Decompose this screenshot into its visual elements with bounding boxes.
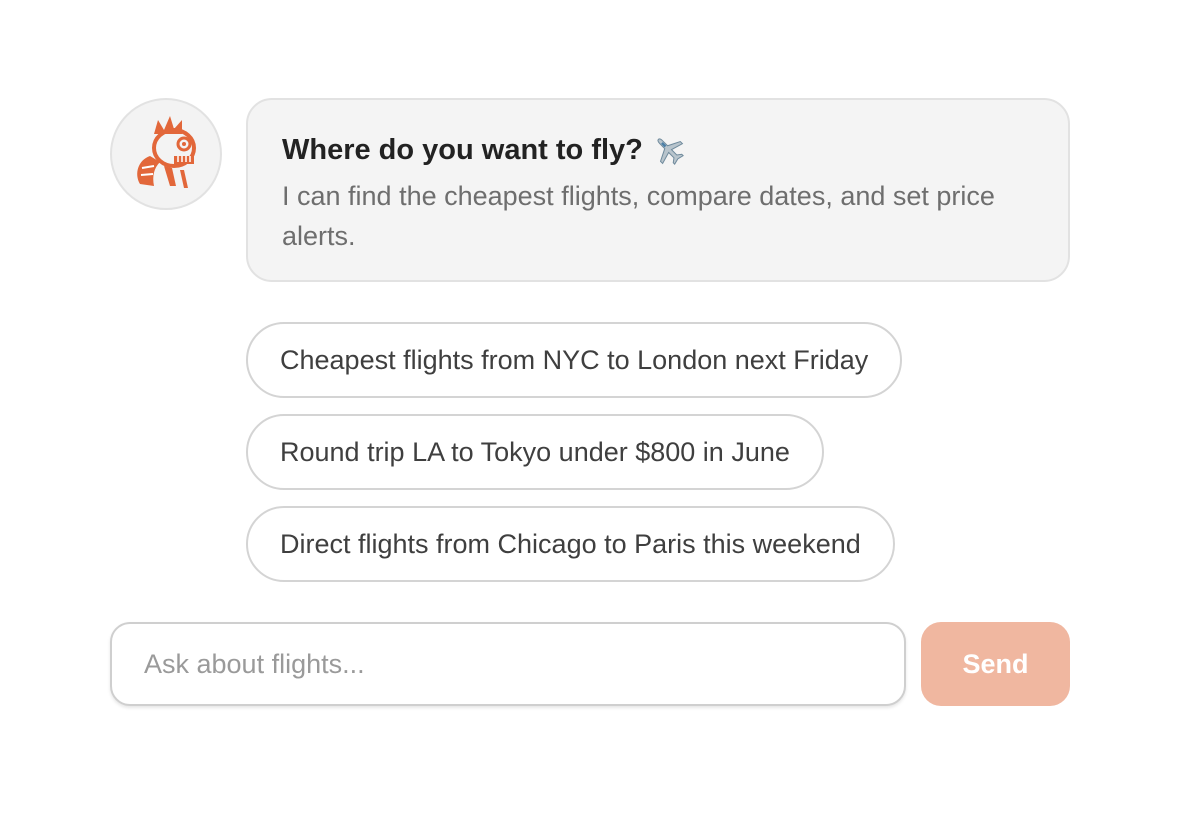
send-button[interactable]: Send (921, 622, 1070, 706)
suggestion-chip[interactable]: Cheapest flights from NYC to London next… (246, 322, 903, 398)
message-input[interactable] (110, 622, 906, 706)
message-title: Where do you want to fly? (282, 134, 643, 166)
assistant-avatar (110, 98, 222, 210)
zombie-mascot-icon (137, 116, 196, 188)
assistant-message-bubble: Where do you want to fly? I can find the… (246, 98, 1070, 282)
suggestion-chip[interactable]: Round trip LA to Tokyo under $800 in Jun… (246, 414, 824, 490)
suggestion-chip[interactable]: Direct flights from Chicago to Paris thi… (246, 506, 895, 582)
message-title-row: Where do you want to fly? (282, 130, 1034, 170)
airplane-icon (657, 138, 684, 165)
message-description: I can find the cheapest flights, compare… (282, 181, 995, 251)
suggestion-list: Cheapest flights from NYC to London next… (246, 322, 903, 598)
